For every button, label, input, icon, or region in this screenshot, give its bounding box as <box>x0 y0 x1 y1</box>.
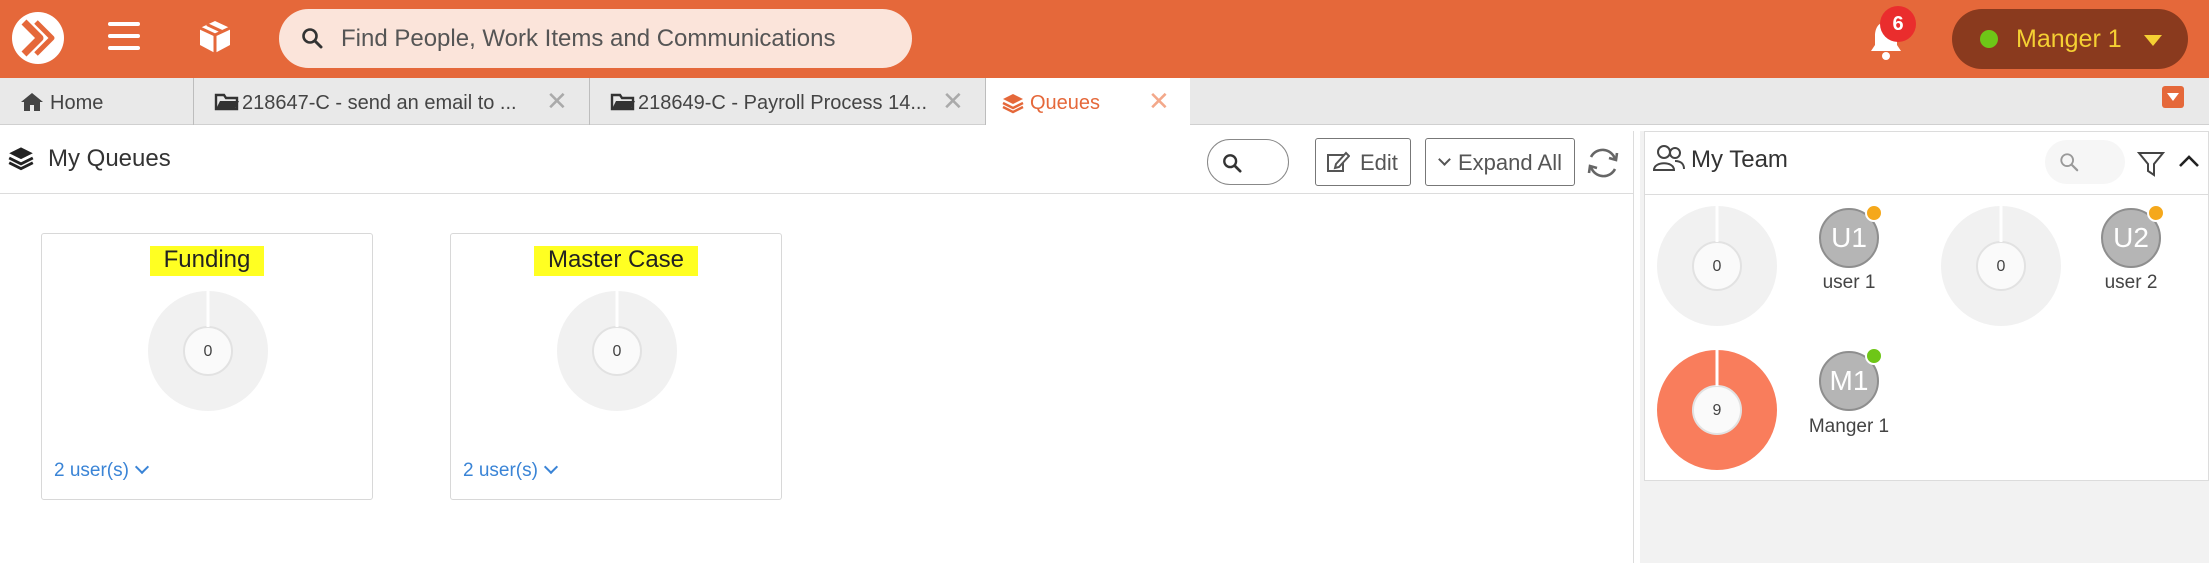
queue-count: 0 <box>613 343 622 360</box>
close-icon[interactable]: ✕ <box>1148 86 1170 117</box>
member-donut-chart: 0 <box>1657 206 1777 326</box>
layers-icon <box>1002 94 1024 114</box>
tab-home[interactable]: Home <box>0 78 194 125</box>
chevron-down-icon <box>543 459 559 475</box>
layers-icon <box>8 147 34 171</box>
member-status-dot <box>1865 204 1883 222</box>
member-donut-chart: 0 <box>1941 206 2061 326</box>
queue-card-master-case[interactable]: Master Case 0 2 user(s) <box>450 233 782 500</box>
tab-list-dropdown-icon[interactable] <box>2162 86 2184 108</box>
users-link-label: 2 user(s) <box>463 460 538 481</box>
menu-icon[interactable] <box>108 22 140 52</box>
home-icon <box>21 93 43 111</box>
search-icon <box>2060 153 2079 172</box>
my-team-header: My Team <box>1645 132 2209 195</box>
my-queues-panel: My Queues Edit Expand All Funding 0 2 us… <box>0 131 1634 563</box>
member-status-dot <box>1865 347 1883 365</box>
panel-title: My Team <box>1691 146 1788 173</box>
tab-bar: Home 218647-C - send an email to ... ✕ 2… <box>0 78 2209 125</box>
member-name: user 2 <box>2104 272 2158 293</box>
queue-donut-chart: 0 <box>557 291 677 411</box>
member-count: 0 <box>1713 258 1722 275</box>
search-icon <box>302 28 323 49</box>
refresh-icon[interactable] <box>1585 145 1621 181</box>
global-search <box>279 9 912 68</box>
expand-all-button[interactable]: Expand All <box>1425 138 1575 186</box>
folder-icon <box>214 93 239 111</box>
search-icon <box>1223 154 1242 173</box>
team-icon <box>1653 145 1685 171</box>
my-team-panel: My Team 0 U1 user 1 0 U2 user 2 9 M1 Man… <box>1640 131 2209 563</box>
global-search-input[interactable] <box>341 9 891 68</box>
chevron-down-icon <box>1438 153 1451 166</box>
queue-count: 0 <box>204 343 213 360</box>
member-name: user 1 <box>1822 272 1876 293</box>
expand-all-label: Expand All <box>1458 150 1562 175</box>
member-count: 0 <box>1997 258 2006 275</box>
chevron-down-icon <box>134 459 150 475</box>
chevron-down-icon <box>2144 35 2162 46</box>
panel-title: My Queues <box>48 145 171 172</box>
notification-badge: 6 <box>1880 6 1916 42</box>
member-status-dot <box>2147 204 2165 222</box>
user-name: Manger 1 <box>2016 25 2122 53</box>
team-search-button[interactable] <box>2045 140 2125 184</box>
edit-button[interactable]: Edit <box>1315 138 1411 186</box>
queue-title: Funding <box>149 246 265 276</box>
filter-icon[interactable] <box>2137 150 2165 178</box>
users-link[interactable]: 2 user(s) <box>463 459 559 482</box>
queue-search-button[interactable] <box>1207 139 1289 185</box>
my-team-card: My Team 0 U1 user 1 0 U2 user 2 9 M1 Man… <box>1644 131 2209 481</box>
queue-title: Master Case <box>533 246 699 276</box>
tab-label: 218647-C - send an email to ... <box>242 92 517 114</box>
cube-icon[interactable] <box>196 18 234 56</box>
top-bar: 6 Manger 1 <box>0 0 2209 78</box>
user-status-dot <box>1980 30 1998 48</box>
member-name: Manger 1 <box>1808 416 1890 437</box>
edit-icon <box>1327 151 1350 172</box>
user-menu-button[interactable]: Manger 1 <box>1952 9 2188 69</box>
tab-queues[interactable]: Queues ✕ <box>986 78 1190 125</box>
tab-label: Queues <box>1030 92 1101 114</box>
tab-work-item-218649[interactable]: 218649-C - Payroll Process 14... ✕ <box>590 78 986 125</box>
my-queues-header: My Queues Edit Expand All <box>0 131 1634 194</box>
queue-card-funding[interactable]: Funding 0 2 user(s) <box>41 233 373 500</box>
tab-label: 218649-C - Payroll Process 14... <box>638 92 928 114</box>
app-logo-icon[interactable] <box>12 12 64 64</box>
member-count: 9 <box>1713 402 1722 419</box>
tab-work-item-218647[interactable]: 218647-C - send an email to ... ✕ <box>194 78 590 125</box>
queue-donut-chart: 0 <box>148 291 268 411</box>
users-link[interactable]: 2 user(s) <box>54 459 150 482</box>
users-link-label: 2 user(s) <box>54 460 129 481</box>
folder-icon <box>610 93 635 111</box>
close-icon[interactable]: ✕ <box>942 86 964 117</box>
chevron-up-icon[interactable] <box>2177 150 2201 174</box>
close-icon[interactable]: ✕ <box>546 86 568 117</box>
edit-label: Edit <box>1360 150 1398 175</box>
tab-label: Home <box>50 92 104 114</box>
member-donut-chart: 9 <box>1657 350 1777 470</box>
